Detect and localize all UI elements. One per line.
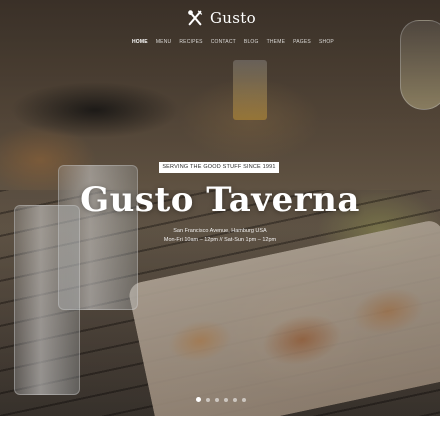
- slider-dot[interactable]: [196, 397, 201, 402]
- hero-hours: Mon-Fri 10am – 12pm // Sat-Sun 1pm – 12p…: [163, 237, 277, 243]
- nav-item-pages[interactable]: PAGES: [293, 37, 311, 47]
- slider-pagination: [196, 397, 246, 402]
- brand-name: Gusto: [210, 9, 256, 27]
- slider-dot[interactable]: [233, 397, 237, 402]
- hero-tagline: SERVING THE GOOD STUFF SINCE 1991: [159, 162, 279, 173]
- hero-section: Gusto HOME MENU RECIPES CONTACT BLOG THE…: [0, 0, 440, 416]
- hero-address: San Francisco Avenue, Hamburg USA: [173, 228, 267, 234]
- nav-item-recipes[interactable]: RECIPES: [179, 37, 202, 47]
- main-nav: HOME MENU RECIPES CONTACT BLOG THEME PAG…: [132, 37, 334, 47]
- nav-item-shop[interactable]: SHOP: [319, 37, 334, 47]
- page-below-hero: [0, 416, 440, 440]
- slider-dot[interactable]: [206, 397, 210, 402]
- nav-item-contact[interactable]: CONTACT: [211, 37, 236, 47]
- nav-item-theme[interactable]: THEME: [267, 37, 286, 47]
- nav-item-blog[interactable]: BLOG: [244, 37, 259, 47]
- slider-dot[interactable]: [242, 397, 246, 402]
- slider-dot[interactable]: [215, 397, 219, 402]
- fork-knife-icon: [188, 10, 203, 26]
- slider-dot[interactable]: [224, 397, 228, 402]
- hero-title: Gusto Taverna: [80, 180, 360, 220]
- nav-item-menu[interactable]: MENU: [156, 37, 172, 47]
- nav-item-home[interactable]: HOME: [132, 37, 148, 47]
- brand-logo[interactable]: Gusto: [186, 8, 256, 28]
